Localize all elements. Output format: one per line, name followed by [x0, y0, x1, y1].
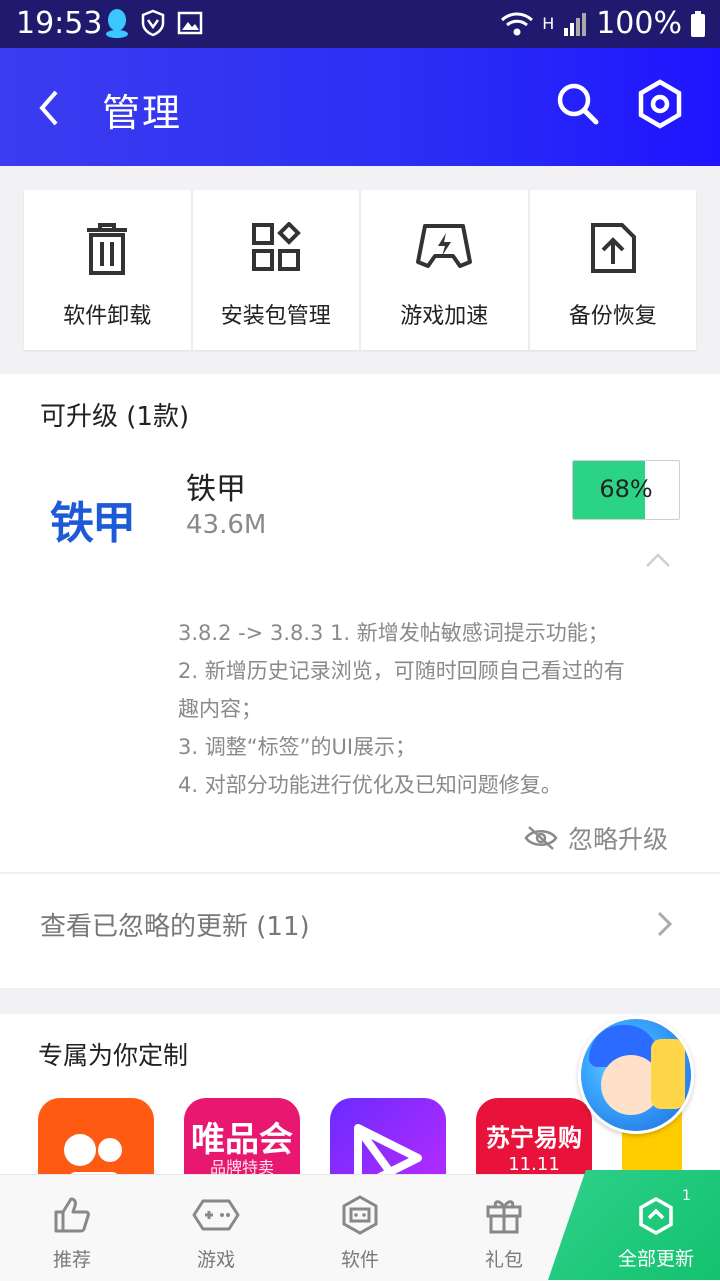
nav-label: 礼包 — [484, 1249, 523, 1271]
tool-backup-restore[interactable]: 备份恢复 — [530, 190, 697, 350]
tool-label: 安装包管理 — [220, 304, 331, 329]
app-tile-suning[interactable]: 苏宁易购 11.11 — [476, 1098, 592, 1174]
tool-label: 游戏加速 — [400, 304, 489, 329]
note-line: 趣内容； — [178, 697, 262, 721]
page-title: 管理 — [102, 91, 183, 135]
tool-grid: 软件卸载 安装包管理 游戏加速 备份恢复 — [24, 190, 696, 350]
nav-games[interactable]: 游戏 — [166, 1175, 266, 1281]
battery-percent: 100% — [596, 6, 682, 41]
app-logo-text: 铁甲 — [50, 498, 136, 549]
note-line: 4. 对部分功能进行优化及已知问题修复。 — [178, 773, 562, 797]
nav-gift[interactable]: 礼包 — [454, 1175, 554, 1281]
note-line: 2. 新增历史记录浏览，可随时回顾自己看过的有 — [178, 659, 625, 683]
thumbs-up-icon — [54, 1197, 90, 1233]
update-all-label: 全部更新 — [618, 1248, 695, 1270]
gift-icon — [486, 1200, 522, 1234]
robot-icon — [342, 1195, 378, 1235]
note-line: 3. 调整“标签”的UI展示； — [178, 735, 417, 759]
status-bar: 19:53 H 100% — [0, 0, 720, 48]
ignored-updates-label: 查看已忽略的更新 (11) — [40, 912, 310, 942]
tile-sub-label: 品牌特卖 — [209, 1158, 274, 1174]
network-type: H — [542, 14, 555, 33]
camera-icon — [64, 1134, 122, 1174]
status-time: 19:53 — [16, 6, 103, 41]
floating-mascot[interactable] — [578, 1016, 694, 1134]
ignore-upgrade-label: 忽略升级 — [567, 825, 668, 854]
upgrade-card: 可升级 (1款) 铁甲 铁甲 43.6M 68% 3.8.2 -> 3.8.3 … — [0, 374, 720, 988]
play-icon — [354, 1124, 422, 1174]
vpn-shield-icon — [141, 9, 165, 37]
system-status: H 100% — [500, 6, 706, 41]
upgrade-section-title: 可升级 (1款) — [40, 402, 190, 432]
qq-icon — [106, 9, 128, 38]
app-name: 铁甲 — [186, 472, 246, 507]
tool-label: 软件卸载 — [63, 304, 152, 329]
tile-label: 苏宁易购 — [486, 1124, 582, 1152]
tile-sub-label: 11.11 — [508, 1154, 560, 1174]
app-size: 43.6M — [186, 510, 267, 540]
eye-slash-icon — [524, 826, 558, 850]
settings-hex-icon[interactable] — [634, 78, 686, 130]
recommended-apps: 唯品会 品牌特卖 苏宁易购 11.11 — [38, 1098, 592, 1174]
gamepad-icon — [192, 1199, 240, 1231]
app-tile-kuaishou[interactable] — [38, 1098, 154, 1174]
update-count-badge: 1 — [682, 1188, 691, 1204]
app-logo[interactable]: 铁甲 — [50, 494, 150, 554]
gallery-icon — [177, 11, 203, 35]
progress-label: 68% — [599, 475, 653, 503]
tool-uninstall[interactable]: 软件卸载 — [24, 190, 193, 350]
upload-backup-icon — [590, 223, 636, 273]
app-tile-video[interactable] — [330, 1098, 446, 1174]
custom-section-title: 专属为你定制 — [38, 1041, 189, 1070]
nav-label: 软件 — [340, 1249, 379, 1271]
tool-label: 备份恢复 — [568, 304, 657, 329]
signal-icon — [564, 12, 587, 36]
app-header: 管理 — [0, 48, 720, 166]
nav-label: 推荐 — [52, 1249, 91, 1271]
download-progress-button[interactable]: 68% — [572, 460, 680, 520]
trash-icon — [87, 223, 128, 275]
nav-software[interactable]: 软件 — [310, 1175, 410, 1281]
note-line: 3.8.2 -> 3.8.3 1. 新增发帖敏感词提示功能； — [178, 621, 609, 645]
chevron-right-icon — [657, 911, 673, 937]
app-tile-vipshop[interactable]: 唯品会 品牌特卖 — [184, 1098, 300, 1174]
tool-package-manager[interactable]: 安装包管理 — [193, 190, 361, 350]
grid-icon — [251, 222, 301, 271]
gamepad-boost-icon — [416, 224, 473, 268]
nav-recommend[interactable]: 推荐 — [22, 1175, 122, 1281]
release-notes: 3.8.2 -> 3.8.3 1. 新增发帖敏感词提示功能； 2. 新增历史记录… — [178, 614, 678, 804]
nav-label: 游戏 — [196, 1249, 235, 1271]
search-icon[interactable] — [552, 78, 604, 130]
wifi-icon — [501, 12, 534, 35]
update-hex-icon — [639, 1196, 673, 1236]
tool-game-boost[interactable]: 游戏加速 — [361, 190, 530, 350]
collapse-chevron-icon[interactable] — [644, 550, 672, 570]
ignored-updates-row[interactable]: 查看已忽略的更新 (11) — [0, 874, 720, 974]
back-button[interactable] — [30, 84, 70, 132]
notification-icons — [104, 8, 204, 38]
battery-icon — [691, 10, 705, 37]
ignore-upgrade-button[interactable]: 忽略升级 — [524, 820, 668, 856]
mascot-arm — [651, 1039, 685, 1109]
